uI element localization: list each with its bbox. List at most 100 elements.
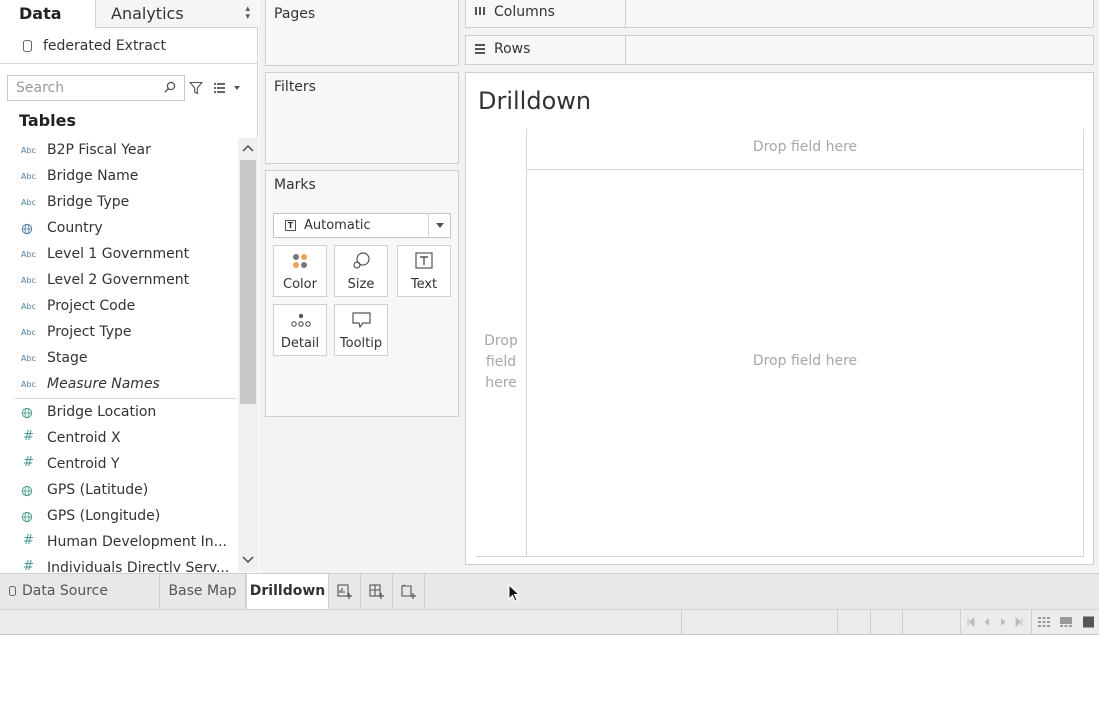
- previous-sheet-icon[interactable]: [982, 617, 992, 627]
- field-label: Stage: [47, 350, 88, 366]
- field-label: Measure Names: [47, 376, 160, 392]
- datasource-item[interactable]: federated Extract: [0, 30, 258, 64]
- scrollbar-thumb[interactable]: [240, 160, 256, 404]
- drop-zone-rows[interactable]: Drop field here: [476, 331, 526, 394]
- scroll-down-icon[interactable]: [238, 552, 258, 568]
- scroll-up-icon[interactable]: [238, 140, 258, 156]
- detail-button[interactable]: Detail: [273, 304, 327, 356]
- field-item[interactable]: Bridge Location: [0, 400, 238, 426]
- divider-line: [476, 556, 1084, 557]
- new-dashboard-button[interactable]: [361, 574, 393, 609]
- field-item[interactable]: Abc Level 1 Government: [0, 242, 238, 268]
- first-sheet-icon[interactable]: [966, 617, 976, 627]
- marks-card: Marks T Automatic Color Size Text Detail…: [265, 170, 459, 417]
- tab-data-source[interactable]: Data Source: [0, 574, 160, 609]
- color-icon: [293, 254, 307, 268]
- field-item[interactable]: Abc Bridge Name: [0, 164, 238, 190]
- field-item[interactable]: GPS (Longitude): [0, 504, 238, 530]
- field-label: Level 1 Government: [47, 246, 190, 262]
- tooltip-icon: [352, 312, 371, 329]
- string-type-icon: Abc: [21, 380, 36, 389]
- field-list: Abc B2P Fiscal Year Abc Bridge Name Abc …: [0, 138, 238, 572]
- status-separator: [681, 610, 682, 635]
- columns-shelf[interactable]: Columns: [465, 0, 1094, 28]
- globe-icon: [21, 511, 33, 523]
- field-label: Centroid X: [47, 430, 121, 446]
- field-item[interactable]: # Centroid X: [0, 426, 238, 452]
- field-label: B2P Fiscal Year: [47, 142, 151, 158]
- field-label: GPS (Latitude): [47, 482, 149, 498]
- search-row: [0, 75, 258, 103]
- status-separator: [902, 610, 903, 635]
- number-type-icon: #: [23, 559, 34, 573]
- list-view-icon[interactable]: [213, 82, 243, 94]
- tab-data[interactable]: Data: [0, 0, 95, 28]
- color-button[interactable]: Color: [273, 245, 327, 297]
- field-item[interactable]: Abc Bridge Type: [0, 190, 238, 216]
- filters-title: Filters: [274, 79, 316, 95]
- filters-card[interactable]: Filters: [265, 72, 459, 164]
- updown-arrows-icon: ▴ ▾: [245, 4, 250, 22]
- mark-type-dropdown[interactable]: T Automatic: [273, 213, 451, 238]
- field-item[interactable]: Abc Stage: [0, 346, 238, 372]
- rows-label-area: Rows: [466, 36, 626, 64]
- columns-icon: [475, 7, 485, 15]
- search-input[interactable]: [7, 75, 185, 101]
- field-item[interactable]: Abc Project Code: [0, 294, 238, 320]
- tooltip-button[interactable]: Tooltip: [334, 304, 388, 356]
- field-item[interactable]: Abc Measure Names: [0, 372, 238, 398]
- status-separator: [960, 610, 961, 635]
- size-button[interactable]: Size: [334, 245, 388, 297]
- field-list-scrollbar[interactable]: [238, 138, 258, 572]
- marks-title: Marks: [274, 177, 316, 193]
- pages-title: Pages: [274, 6, 316, 22]
- field-item[interactable]: Abc Level 2 Government: [0, 268, 238, 294]
- datasource-label: federated Extract: [43, 38, 166, 54]
- filmstrip-icon[interactable]: [1059, 616, 1073, 628]
- tab-analytics[interactable]: Analytics ▴ ▾: [95, 0, 258, 28]
- new-story-button[interactable]: [393, 574, 425, 609]
- number-type-icon: #: [23, 455, 34, 470]
- size-label: Size: [347, 277, 375, 292]
- last-sheet-icon[interactable]: [1014, 617, 1024, 627]
- tab-base-map[interactable]: Base Map: [160, 574, 246, 609]
- tables-heading: Tables: [19, 111, 76, 130]
- field-item[interactable]: Abc Project Type: [0, 320, 238, 346]
- chevron-down-icon[interactable]: [428, 214, 450, 237]
- string-type-icon: Abc: [21, 250, 36, 259]
- data-pane: Data Analytics ▴▾ federated Extract Tabl…: [0, 0, 258, 573]
- field-item[interactable]: # Centroid Y: [0, 452, 238, 478]
- globe-icon: [21, 485, 33, 497]
- status-bar: [0, 609, 1099, 635]
- rows-shelf[interactable]: Rows: [465, 35, 1094, 65]
- text-button[interactable]: Text: [397, 245, 451, 297]
- drop-zone-center[interactable]: Drop field here: [527, 353, 1083, 369]
- new-worksheet-button[interactable]: [329, 574, 361, 609]
- viz-canvas: Drilldown Drop field here Drop field her…: [465, 72, 1094, 565]
- detail-label: Detail: [280, 336, 320, 351]
- tooltip-label: Tooltip: [339, 336, 383, 351]
- field-item[interactable]: Abc B2P Fiscal Year: [0, 138, 238, 164]
- sheet-title[interactable]: Drilldown: [478, 87, 591, 115]
- size-icon: [353, 252, 370, 269]
- single-sheet-view-icon[interactable]: [1081, 616, 1095, 628]
- field-item[interactable]: # Individuals Directly Serv...: [0, 556, 238, 573]
- sheet-sorter-icon[interactable]: [1037, 616, 1051, 628]
- field-label: Bridge Name: [47, 168, 139, 184]
- pages-card[interactable]: Pages: [265, 0, 459, 66]
- field-item[interactable]: GPS (Latitude): [0, 478, 238, 504]
- text-label: Text: [410, 277, 438, 292]
- divider-line: [526, 169, 1084, 170]
- filter-icon[interactable]: [189, 81, 203, 95]
- drop-zone-columns[interactable]: Drop field here: [527, 139, 1083, 155]
- next-sheet-icon[interactable]: [998, 617, 1008, 627]
- field-item[interactable]: Country: [0, 216, 238, 242]
- field-item[interactable]: # Human Development In...: [0, 530, 238, 556]
- tab-drilldown[interactable]: Drilldown: [246, 574, 329, 609]
- field-label: Level 2 Government: [47, 272, 190, 288]
- field-label: GPS (Longitude): [47, 508, 161, 524]
- divider-line: [526, 129, 527, 557]
- tab-data-source-label: Data Source: [22, 583, 108, 599]
- rows-label: Rows: [494, 41, 531, 57]
- string-type-icon: Abc: [21, 172, 36, 181]
